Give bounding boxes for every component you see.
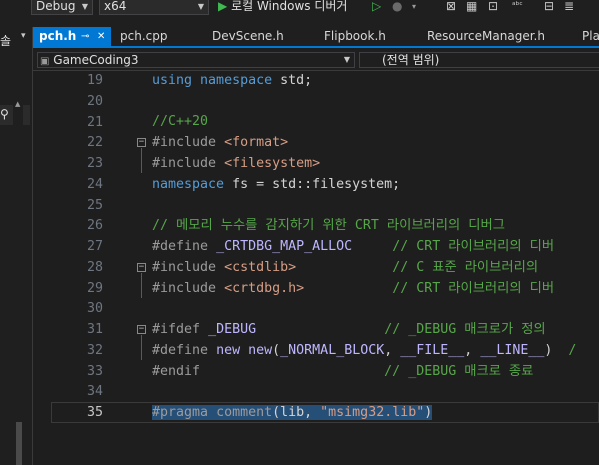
scope-label: (전역 범위) (382, 53, 440, 67)
spell-check-icon[interactable]: ᵃᵇᶜ (512, 0, 523, 13)
line-number: 24 (86, 176, 103, 192)
chevron-down-icon[interactable]: ▾ (412, 0, 416, 13)
line-number: 34 (86, 384, 103, 400)
disabled-circle-icon: ● (392, 0, 403, 13)
line-number: 22 (86, 135, 103, 151)
vertical-scrollbar[interactable] (13, 97, 23, 465)
tab-overflow[interactable]: Pla (576, 27, 599, 46)
fold-guide (141, 273, 142, 298)
navigation-bar: ▣ GameCoding3 ▼ (전역 범위) (33, 50, 599, 71)
tab-resourcemanager-h[interactable]: ResourceManager.h (421, 27, 573, 46)
toolbar-action-icon[interactable]: ⊡ (488, 0, 498, 13)
run-debugger-button[interactable]: ▶ 로컬 Windows 디버거 (218, 0, 347, 14)
line-number: 30 (86, 301, 103, 317)
config-label: Debug (36, 0, 76, 13)
code-line: #define _CRTDBG_MAP_ALLOC // CRT 라이브러리의 … (152, 239, 555, 254)
code-line: #endif // _DEBUG 매크로 종료 (152, 364, 534, 379)
tab-pch-cpp[interactable]: pch.cpp (114, 27, 204, 46)
code-line: #include <filesystem> (152, 156, 321, 171)
tab-label: DevScene.h (212, 29, 284, 43)
code-line: #include <format> (152, 135, 289, 150)
line-number: 23 (86, 156, 103, 171)
panel-title: 솔 (0, 34, 12, 48)
line-number: 33 (86, 363, 103, 379)
fold-guide (141, 335, 142, 360)
tab-flipbook-h[interactable]: Flipbook.h (318, 27, 418, 46)
project-label: GameCoding3 (53, 53, 139, 67)
chevron-down-icon: ▼ (343, 55, 350, 64)
line-number: 19 (86, 73, 103, 88)
toolbar-action-icon[interactable]: ≣ (564, 0, 574, 13)
chevron-down-icon: ▼ (81, 2, 88, 11)
pin-icon[interactable]: ⊸ (81, 27, 89, 46)
scope-dropdown[interactable]: (전역 범위) (359, 52, 599, 68)
line-number: 35 (86, 405, 103, 420)
tab-devscene-h[interactable]: DevScene.h (206, 27, 316, 46)
code-editor[interactable]: 19 20 21 22 23 24 25 26 27 28 29 30 31 32 33 34 35 − − −… (33, 71, 599, 465)
tab-label: pch.h (39, 29, 77, 43)
solution-explorer-panel: 솔 ▾ ⚲ ▾ ▲ (0, 27, 33, 465)
run-label: 로컬 Windows 디버거 (231, 0, 348, 13)
play-icon: ▶ (218, 0, 228, 13)
code-line: namespace fs = std::filesystem; (152, 177, 401, 192)
code-line: // 메모리 누수를 감지하기 위한 CRT 라이브러리의 디버그 (152, 218, 505, 233)
code-line: //C++20 (152, 114, 209, 129)
config-dropdown[interactable]: Debug ▼ (31, 0, 93, 15)
code-line: #ifdef _DEBUG // _DEBUG 매크로가 정의 (152, 322, 546, 337)
fold-toggle-icon[interactable]: − (137, 138, 146, 147)
code-line: #define new new(_NORMAL_BLOCK, __FILE__,… (152, 343, 577, 358)
line-number: 26 (86, 218, 103, 234)
line-number: 20 (86, 93, 103, 109)
toolbar-action-icon[interactable]: ▦ (466, 0, 477, 13)
line-number: 25 (86, 197, 103, 213)
chevron-down-icon: ▼ (197, 2, 204, 11)
fold-toggle-icon[interactable]: − (137, 263, 146, 272)
tab-pch-h[interactable]: pch.h ⊸ ✕ (33, 27, 111, 46)
tab-label: pch.cpp (120, 29, 168, 43)
chevron-down-icon[interactable]: ▾ (21, 31, 26, 41)
code-line: using namespace std; (152, 73, 313, 88)
platform-label: x64 (104, 0, 127, 13)
line-number: 27 (86, 239, 103, 254)
fold-guide (141, 148, 142, 173)
project-icon: ▣ (40, 56, 50, 67)
hot-reload-icon[interactable]: ⊠ (446, 0, 456, 13)
toolbar: Debug ▼ x64 ▼ ▶ 로컬 Windows 디버거 ▷ ● ▾ ⊠ ▦… (0, 0, 599, 27)
toolbar-action-icon[interactable]: ⊟ (544, 0, 554, 13)
line-number: 21 (86, 114, 103, 130)
code-line: #include <crtdbg.h> // CRT 라이브러리의 디버 (152, 281, 555, 296)
line-number: 29 (86, 280, 103, 296)
start-without-debug-icon[interactable]: ▷ (372, 0, 381, 13)
code-line: #include <cstdlib> // C 표준 라이브러리의 (152, 260, 539, 275)
scroll-up-icon[interactable]: ▲ (15, 100, 20, 108)
tab-label: ResourceManager.h (427, 29, 545, 43)
close-icon[interactable]: ✕ (97, 27, 105, 46)
fold-toggle-icon[interactable]: − (137, 325, 146, 334)
project-dropdown[interactable]: ▣ GameCoding3 ▼ (37, 52, 355, 68)
tab-label: Flipbook.h (324, 29, 386, 43)
document-tabs: pch.h ⊸ ✕ pch.cpp DevScene.h Flipbook.h … (33, 27, 599, 48)
search-icon: ⚲ (0, 107, 9, 121)
tab-label: Pla (582, 29, 599, 43)
line-number: 31 (86, 322, 103, 337)
platform-dropdown[interactable]: x64 ▼ (99, 0, 209, 15)
line-number: 28 (86, 259, 103, 275)
code-line-selected: #pragma comment(lib, "msimg32.lib") (152, 405, 433, 420)
scrollbar-thumb[interactable] (16, 422, 22, 465)
line-number: 32 (86, 342, 103, 358)
